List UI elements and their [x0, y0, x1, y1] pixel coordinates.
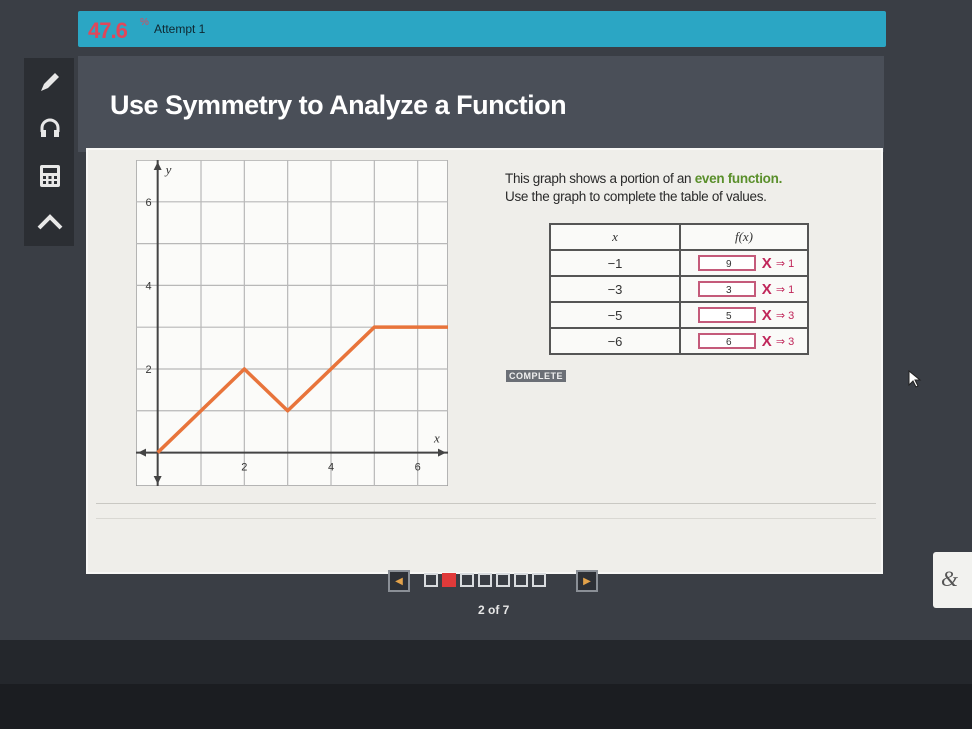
table-row: −1 9 X ⇒ 1 [549, 249, 809, 277]
answer-input[interactable]: 3 [697, 281, 756, 298]
score-value: 47.6 [88, 18, 128, 43]
pencil-icon[interactable] [32, 64, 68, 100]
answer-input[interactable]: 6 [697, 333, 756, 350]
page-indicator-6[interactable] [514, 573, 528, 587]
answer-input[interactable]: 9 [697, 255, 756, 272]
correct-answer-hint: ⇒ 3 [775, 309, 795, 322]
page-indicator-2[interactable] [442, 573, 456, 587]
correct-answer-hint: ⇒ 1 [775, 283, 795, 296]
values-table: x f(x) −1 9 X ⇒ 1 −3 3 X ⇒ 1 −5 5 X ⇒ 3 −6 6 X ⇒… [549, 223, 809, 355]
page-indicator-5[interactable] [496, 573, 510, 587]
table-row: −3 3 X ⇒ 1 [549, 275, 809, 303]
page-count: 2 of 7 [478, 603, 510, 617]
incorrect-mark-icon: X [761, 280, 772, 298]
card-divider [96, 503, 876, 504]
side-panel-label: & [941, 566, 959, 591]
page-indicator-1[interactable] [424, 573, 438, 587]
x-tick-label: 2 [241, 462, 247, 474]
fx-cell: 9 X ⇒ 1 [679, 249, 809, 277]
mouse-cursor-icon [908, 370, 922, 388]
fx-cell: 6 X ⇒ 3 [679, 327, 809, 355]
next-page-button[interactable]: ▶ [576, 570, 598, 592]
x-axis-label: x [433, 431, 440, 446]
x-tick-label: 4 [328, 462, 334, 474]
x-cell: −1 [549, 249, 681, 277]
table-row: −5 5 X ⇒ 3 [549, 301, 809, 329]
answer-input[interactable]: 5 [697, 307, 756, 324]
top-status-bar: 47.6 % Attempt 1 [78, 11, 886, 47]
page-indicator-3[interactable] [460, 573, 474, 587]
fx-cell: 5 X ⇒ 3 [679, 301, 809, 329]
incorrect-mark-icon: X [761, 306, 772, 324]
incorrect-mark-icon: X [761, 332, 772, 350]
x-tick-label: 6 [415, 462, 421, 474]
incorrect-mark-icon: X [761, 254, 772, 272]
correct-answer-hint: ⇒ 3 [775, 335, 795, 348]
attempt-label: Attempt 1 [154, 22, 206, 36]
bottom-band-dark [0, 684, 972, 729]
score-percent: % [140, 17, 149, 28]
arrow-up-icon[interactable] [32, 204, 68, 240]
correct-answer-hint: ⇒ 1 [775, 257, 795, 270]
page-title: Use Symmetry to Analyze a Function [110, 90, 567, 120]
column-header-fx: f(x) [679, 223, 809, 251]
graph-background [136, 160, 448, 486]
instruction-line2: Use the graph to complete the table of v… [505, 189, 767, 204]
lesson-header: Use Symmetry to Analyze a Function [78, 56, 884, 152]
y-axis-label: y [164, 162, 172, 177]
x-cell: −3 [549, 275, 681, 303]
side-panel-tab[interactable]: & [933, 552, 972, 608]
fx-cell: 3 X ⇒ 1 [679, 275, 809, 303]
y-tick-label: 2 [146, 364, 152, 376]
calculator-icon[interactable] [32, 158, 68, 194]
instruction-line1: This graph shows a portion of an [505, 171, 695, 186]
page-indicator-7[interactable] [532, 573, 546, 587]
x-cell: −5 [549, 301, 681, 329]
prev-page-button[interactable]: ◀ [388, 570, 410, 592]
instruction-text: This graph shows a portion of an even fu… [505, 170, 865, 206]
card-divider-lower [96, 518, 876, 519]
tool-sidebar [24, 58, 74, 246]
y-tick-label: 4 [146, 280, 152, 292]
complete-badge: COMPLETE [506, 370, 567, 382]
table-row: −6 6 X ⇒ 3 [549, 327, 809, 355]
even-function-term: even function. [694, 171, 783, 186]
function-graph: 2 4 6 2 4 6 x y [136, 160, 448, 486]
x-cell: −6 [549, 327, 681, 355]
page-indicator-4[interactable] [478, 573, 492, 587]
column-header-x: x [549, 223, 681, 251]
table-header-row: x f(x) [549, 223, 809, 251]
y-tick-label: 6 [146, 197, 152, 209]
headphones-icon[interactable] [32, 110, 68, 146]
